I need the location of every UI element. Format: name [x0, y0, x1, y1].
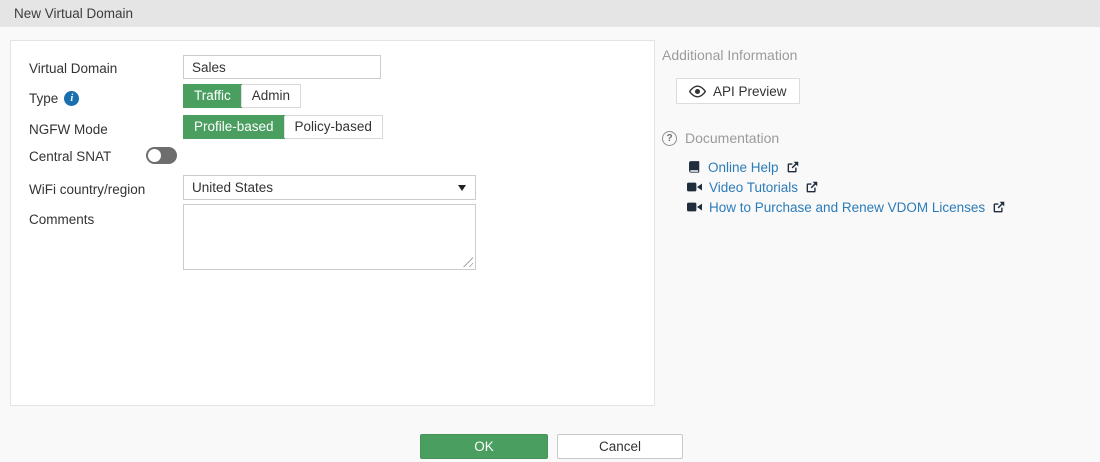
type-label-row: Type i [29, 87, 79, 109]
documentation-title: Documentation [685, 130, 779, 146]
new-vdom-form: Virtual Domain Type i Traffic Admin NGFW… [10, 40, 655, 406]
online-help-label: Online Help [708, 160, 779, 175]
page-title: New Virtual Domain [0, 0, 1100, 27]
ngfw-mode-label: NGFW Mode [29, 118, 108, 140]
central-snat-label: Central SNAT [29, 148, 111, 165]
additional-information-section: Additional Information [662, 47, 1092, 63]
video-icon [687, 181, 702, 193]
question-circle-icon: ? [662, 131, 677, 146]
video-tutorials-label: Video Tutorials [709, 180, 798, 195]
external-link-icon [805, 180, 819, 194]
comments-textarea[interactable] [183, 204, 476, 270]
api-preview-label: API Preview [713, 84, 787, 99]
vdom-licenses-link[interactable]: How to Purchase and Renew VDOM Licenses [687, 197, 1006, 217]
virtual-domain-label: Virtual Domain [29, 57, 117, 79]
api-preview-button[interactable]: API Preview [676, 78, 800, 104]
video-icon [687, 201, 702, 213]
documentation-links: Online Help Video Tutorials How to Purch… [687, 157, 1006, 217]
external-link-icon [786, 160, 800, 174]
video-tutorials-link[interactable]: Video Tutorials [687, 177, 1006, 197]
documentation-section-header: ? Documentation [662, 130, 779, 146]
chevron-down-icon [458, 185, 466, 191]
ngfw-option-policy-based[interactable]: Policy-based [284, 116, 382, 138]
type-label: Type [29, 91, 58, 106]
virtual-domain-input[interactable] [183, 55, 381, 79]
book-icon [687, 160, 701, 175]
online-help-link[interactable]: Online Help [687, 157, 1006, 177]
eye-icon [689, 85, 706, 98]
ok-button[interactable]: OK [420, 434, 548, 459]
wifi-country-value: United States [192, 180, 273, 195]
type-option-traffic[interactable]: Traffic [183, 84, 242, 108]
external-link-icon [992, 200, 1006, 214]
resize-handle[interactable] [463, 257, 473, 267]
toggle-knob [148, 149, 161, 162]
ngfw-option-profile-based[interactable]: Profile-based [183, 115, 285, 139]
info-icon: i [64, 91, 79, 106]
central-snat-toggle[interactable] [146, 147, 177, 164]
wifi-country-label: WiFi country/region [29, 178, 145, 200]
type-option-admin[interactable]: Admin [241, 85, 300, 107]
type-segmented-control: Traffic Admin [183, 84, 301, 108]
additional-information-title: Additional Information [662, 47, 1092, 63]
vdom-licenses-label: How to Purchase and Renew VDOM Licenses [709, 200, 985, 215]
ngfw-mode-segmented-control: Profile-based Policy-based [183, 115, 383, 139]
cancel-button[interactable]: Cancel [557, 434, 683, 459]
wifi-country-select[interactable]: United States [183, 175, 476, 200]
comments-label: Comments [29, 208, 94, 230]
